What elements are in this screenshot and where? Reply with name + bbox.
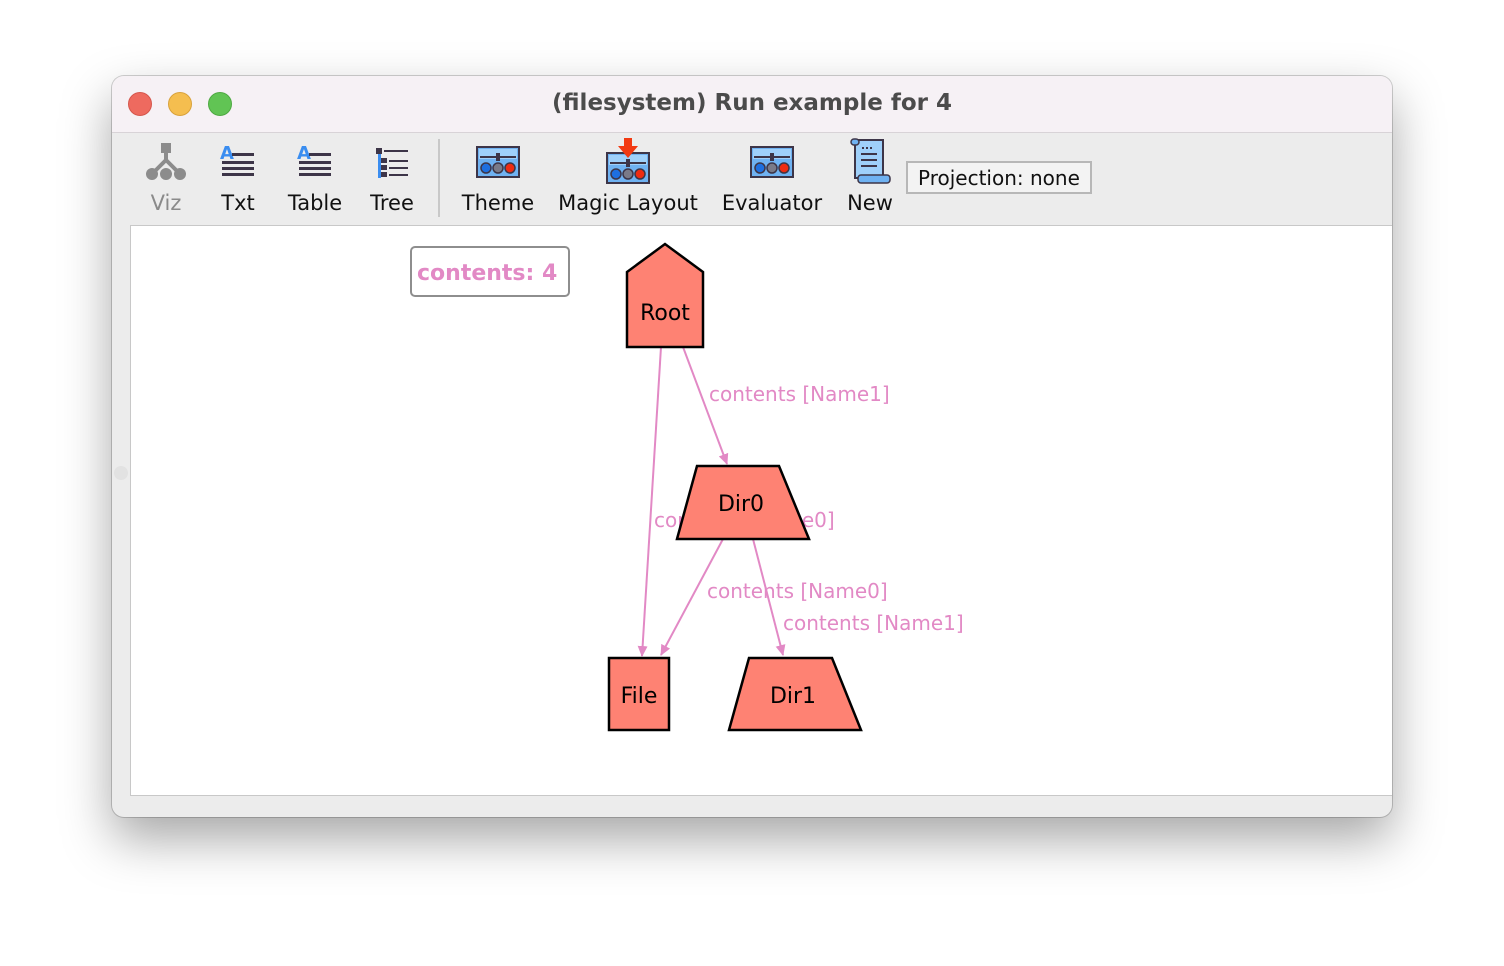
- table-icon: A: [284, 137, 346, 187]
- edge-label: contents [Name1]: [783, 611, 964, 635]
- node-root[interactable]: Root: [625, 242, 705, 349]
- table-button[interactable]: A Table: [284, 137, 346, 215]
- table-button-label: Table: [287, 191, 343, 215]
- graph-canvas[interactable]: contents: 4 contents [Name1] contents [N…: [130, 225, 1392, 796]
- node-label: File: [621, 684, 658, 709]
- edge-label: contents [Name0]: [707, 579, 888, 603]
- projection-dropdown[interactable]: Projection: none: [906, 161, 1092, 194]
- svg-text:A: A: [220, 143, 234, 164]
- tree-button-label: Tree: [370, 191, 414, 215]
- theme-button[interactable]: Theme: [458, 137, 538, 215]
- magic-layout-button[interactable]: Magic Layout: [556, 137, 700, 215]
- theme-sliders-icon: [458, 137, 538, 187]
- node-label: Dir0: [718, 492, 764, 517]
- viz-button-label: Viz: [150, 191, 182, 215]
- edge-label: contents [Name1]: [709, 382, 890, 406]
- new-button-label: New: [847, 191, 893, 215]
- viz-button[interactable]: Viz: [142, 137, 190, 215]
- node-file[interactable]: File: [607, 656, 671, 732]
- toolbar-separator: [438, 139, 440, 217]
- atom-count-label: contents: 4: [417, 261, 557, 286]
- evaluator-button[interactable]: Evaluator: [718, 137, 826, 215]
- node-label: Dir1: [770, 684, 816, 709]
- evaluator-sliders-icon: [718, 137, 826, 187]
- txt-button[interactable]: A Txt: [216, 137, 260, 215]
- atom-count-box: contents: 4: [410, 246, 570, 297]
- node-dir0[interactable]: Dir0: [675, 464, 811, 541]
- node-label: Root: [640, 301, 690, 326]
- node-dir1[interactable]: Dir1: [727, 656, 863, 732]
- svg-text:A: A: [297, 143, 311, 164]
- window-title: (filesystem) Run example for 4: [552, 90, 952, 116]
- evaluator-button-label: Evaluator: [721, 191, 823, 215]
- tree-icon: [366, 137, 418, 187]
- toolbar: Viz A Txt A Table Tree Theme Magic Layou…: [112, 133, 1392, 225]
- theme-button-label: Theme: [461, 191, 535, 215]
- tree-button[interactable]: Tree: [366, 137, 418, 215]
- edge-root-file[interactable]: [637, 346, 662, 657]
- title-bar: (filesystem) Run example for 4: [112, 76, 1392, 133]
- txt-button-label: Txt: [221, 191, 255, 215]
- instance-graph: contents: 4 contents [Name1] contents [N…: [410, 242, 964, 732]
- split-pane-handle[interactable]: [114, 466, 128, 480]
- scroll-icon: [842, 137, 898, 187]
- magic-layout-button-label: Magic Layout: [558, 191, 698, 215]
- viz-tree-icon: [142, 137, 190, 187]
- text-icon: A: [216, 137, 260, 187]
- magic-layout-icon: [556, 137, 700, 187]
- app-window: (filesystem) Run example for 4 Viz A Txt…: [112, 76, 1392, 817]
- new-button[interactable]: New: [842, 137, 898, 215]
